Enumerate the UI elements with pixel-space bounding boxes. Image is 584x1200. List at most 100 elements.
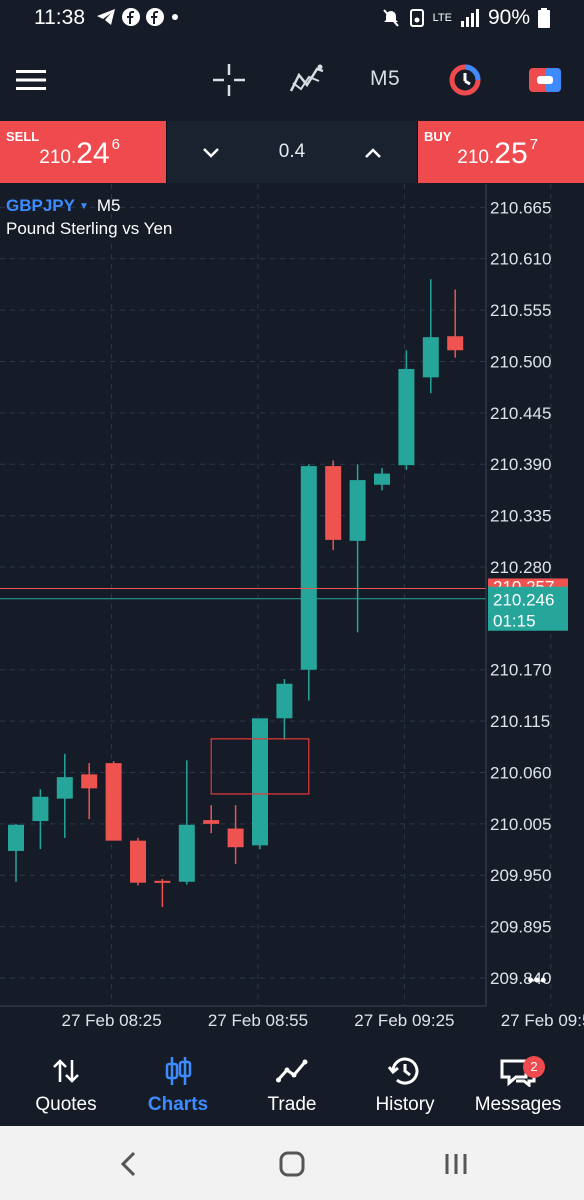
timeframe-button[interactable]: M5 bbox=[370, 67, 400, 91]
chevron-up-icon bbox=[365, 148, 381, 158]
bid-price-text: 210.246 bbox=[493, 591, 554, 610]
candle-body[interactable] bbox=[447, 336, 464, 351]
account-button[interactable] bbox=[526, 60, 564, 100]
symbol-name: GBPJPY bbox=[6, 196, 75, 215]
candle-body[interactable] bbox=[178, 824, 195, 882]
recents-icon bbox=[445, 1154, 467, 1174]
candle-body[interactable] bbox=[300, 466, 317, 670]
y-axis-label: 209.950 bbox=[490, 866, 551, 885]
candle-body[interactable] bbox=[349, 480, 366, 541]
recents-button[interactable] bbox=[436, 1148, 476, 1180]
trade-bar: SELL 210.24 6 0.4 BUY 210.25 7 bbox=[0, 121, 584, 183]
y-axis-label: 210.390 bbox=[490, 455, 551, 474]
menu-button[interactable] bbox=[14, 60, 48, 100]
telegram-icon bbox=[97, 9, 115, 25]
quotes-icon bbox=[53, 1059, 79, 1083]
trade-icon bbox=[276, 1059, 308, 1083]
nav-trade[interactable]: Trade bbox=[234, 1052, 350, 1122]
candle-body[interactable] bbox=[56, 777, 73, 799]
back-button[interactable] bbox=[108, 1148, 148, 1180]
crosshair-button[interactable] bbox=[210, 60, 248, 100]
indicators-button[interactable] bbox=[288, 60, 326, 100]
candle-body[interactable] bbox=[8, 824, 24, 851]
y-axis-label: 210.445 bbox=[490, 404, 551, 423]
candle-body[interactable] bbox=[227, 828, 244, 848]
dot-icon bbox=[172, 14, 178, 20]
y-axis-label: 210.610 bbox=[490, 250, 551, 269]
history-icon bbox=[388, 1057, 419, 1085]
status-time: 11:38 bbox=[34, 6, 85, 29]
candle-body[interactable] bbox=[374, 473, 390, 485]
battery-icon bbox=[538, 8, 550, 28]
nav-quotes[interactable]: Quotes bbox=[8, 1052, 124, 1122]
chart-area[interactable]: 210.257210.24601:15 210.665210.610210.55… bbox=[0, 184, 584, 1040]
one-click-trading-button[interactable] bbox=[446, 60, 484, 100]
sell-label: SELL bbox=[6, 129, 40, 144]
candle-body[interactable] bbox=[252, 718, 268, 846]
crosshair-icon bbox=[213, 64, 245, 96]
nav-charts[interactable]: Charts bbox=[120, 1052, 236, 1122]
y-axis-label: 210.060 bbox=[490, 763, 551, 782]
mute-icon bbox=[382, 9, 399, 27]
symbol-description: Pound Sterling vs Yen bbox=[6, 219, 173, 238]
home-icon bbox=[279, 1151, 305, 1177]
account-icon bbox=[529, 68, 561, 92]
candle-countdown: 01:15 bbox=[493, 612, 536, 631]
volume-value[interactable]: 0.4 bbox=[262, 141, 322, 163]
y-axis-label: 210.115 bbox=[490, 712, 550, 731]
y-axis-label: 210.500 bbox=[490, 352, 551, 371]
symbol-timeframe: M5 bbox=[96, 196, 121, 215]
home-button[interactable] bbox=[272, 1148, 312, 1180]
buy-price: 210.25 7 bbox=[457, 136, 538, 170]
more-options-icon[interactable]: ••• bbox=[528, 970, 547, 990]
candle-body[interactable] bbox=[81, 774, 98, 789]
bottom-navigation: Quotes Charts Trade History 2 Messages bbox=[0, 1040, 584, 1126]
y-axis-label: 210.280 bbox=[490, 558, 551, 577]
candle-body[interactable] bbox=[154, 880, 171, 883]
signal-icon bbox=[460, 9, 479, 27]
nav-messages[interactable]: 2 Messages bbox=[460, 1052, 576, 1122]
buy-button[interactable]: BUY 210.25 7 bbox=[418, 121, 584, 183]
sell-button[interactable]: SELL 210.24 6 bbox=[0, 121, 166, 183]
candle-body[interactable] bbox=[32, 796, 49, 822]
candle-body[interactable] bbox=[105, 763, 122, 841]
hamburger-icon bbox=[16, 70, 46, 90]
chevron-down-icon bbox=[203, 148, 219, 158]
messages-badge: 2 bbox=[523, 1056, 545, 1078]
candlestick-chart[interactable]: 210.257210.24601:15 210.665210.610210.55… bbox=[0, 184, 584, 1040]
y-axis-label: 210.665 bbox=[490, 198, 551, 217]
candle-body[interactable] bbox=[130, 840, 146, 883]
battery-percent: 90% bbox=[487, 6, 530, 29]
system-status: LTE 90% bbox=[381, 6, 550, 30]
y-axis-label: 209.895 bbox=[490, 918, 551, 937]
dropdown-triangle-icon: ▼ bbox=[78, 200, 89, 212]
candle-body[interactable] bbox=[422, 337, 439, 378]
x-axis-label: 27 Feb 09:25 bbox=[354, 1011, 454, 1030]
nav-history[interactable]: History bbox=[347, 1052, 463, 1122]
volume-increase-button[interactable] bbox=[358, 139, 388, 167]
candle-body[interactable] bbox=[398, 368, 415, 466]
facebook-icon bbox=[122, 8, 140, 26]
y-axis-label: 210.005 bbox=[490, 815, 551, 834]
candle-body[interactable] bbox=[276, 683, 293, 719]
back-icon bbox=[120, 1151, 136, 1177]
chart-toolbar: M5 bbox=[0, 40, 584, 120]
status-bar: 11:38 LTE 90% bbox=[0, 0, 584, 40]
x-axis-label: 27 Feb 09:55 bbox=[501, 1011, 584, 1030]
sell-price: 210.24 6 bbox=[39, 136, 120, 170]
notification-icons bbox=[96, 8, 180, 26]
indicators-icon bbox=[289, 64, 324, 92]
one-click-icon bbox=[449, 64, 481, 96]
x-axis-label: 27 Feb 08:55 bbox=[208, 1011, 308, 1030]
y-axis-label: 210.170 bbox=[490, 661, 551, 680]
symbol-selector[interactable]: GBPJPY ▼ M5 bbox=[6, 196, 121, 216]
volume-decrease-button[interactable] bbox=[196, 139, 226, 167]
y-axis-label: 210.555 bbox=[490, 301, 551, 320]
buy-label: BUY bbox=[424, 129, 452, 144]
system-navigation-bar bbox=[0, 1126, 584, 1200]
candle-body[interactable] bbox=[203, 820, 220, 824]
x-axis-label: 27 Feb 08:25 bbox=[61, 1011, 161, 1030]
y-axis-label: 210.335 bbox=[490, 507, 551, 526]
candle-body[interactable] bbox=[325, 466, 342, 540]
network-type: LTE bbox=[432, 12, 452, 24]
